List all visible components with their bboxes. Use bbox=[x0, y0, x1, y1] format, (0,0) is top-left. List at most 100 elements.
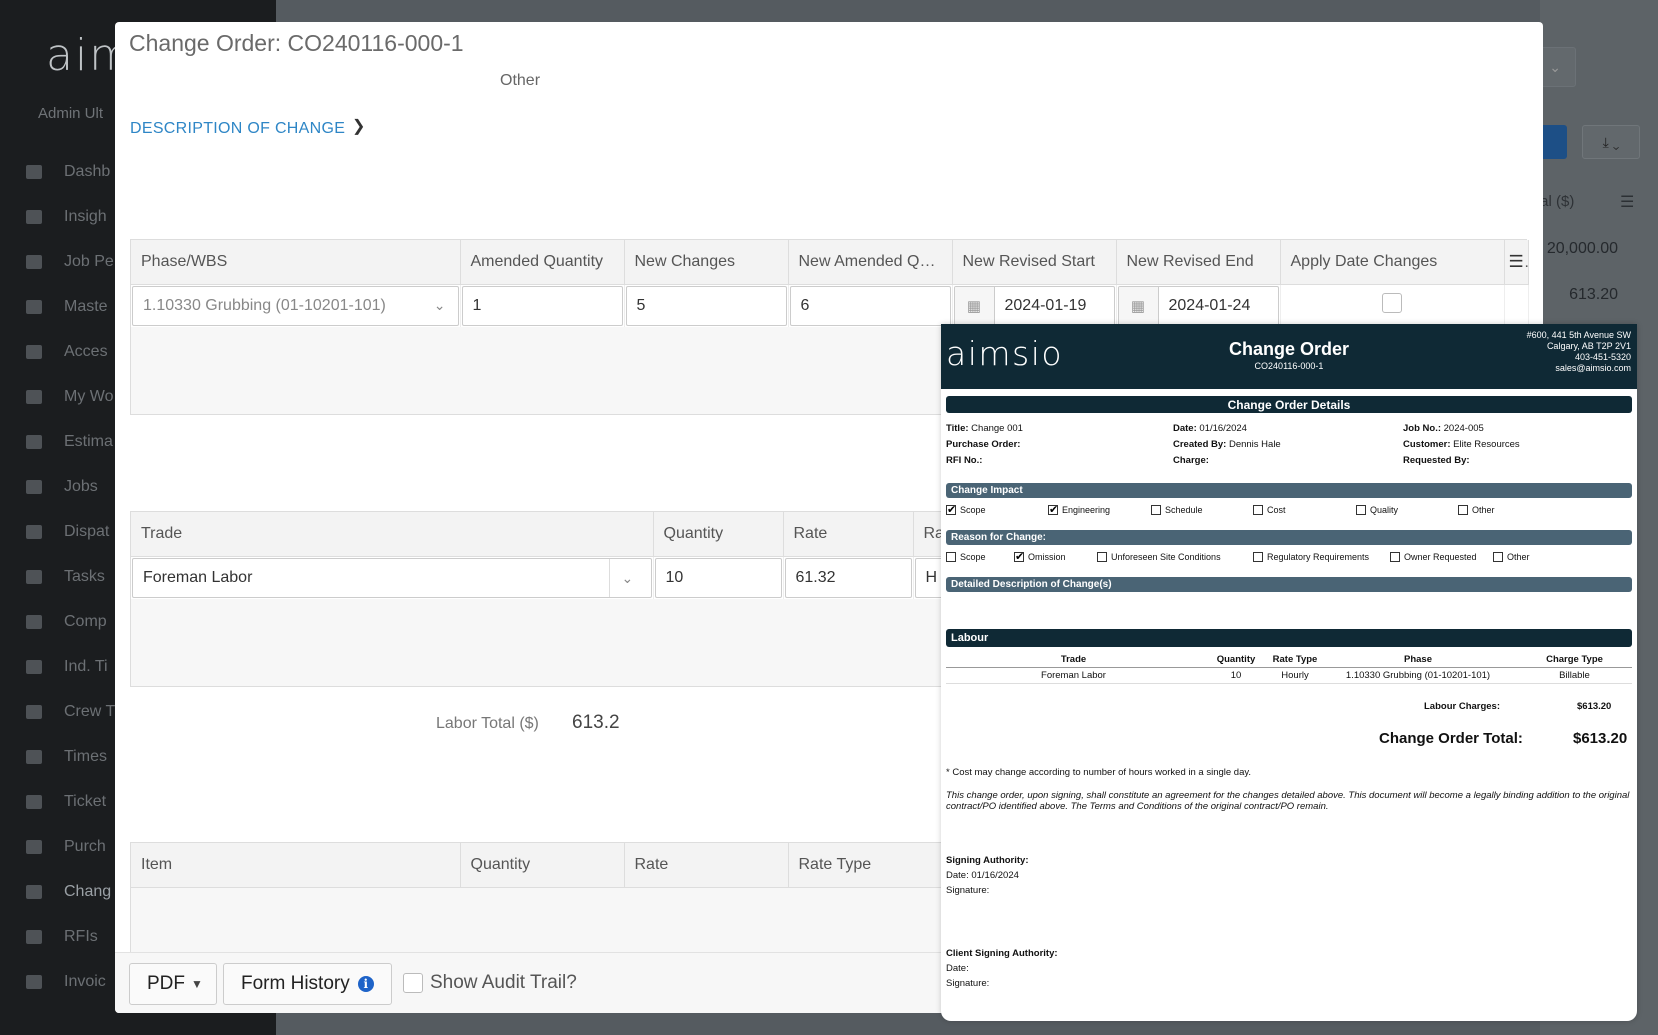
edit-icon bbox=[26, 930, 42, 944]
impact-option: Quality bbox=[1356, 505, 1458, 515]
sidebar-item-chang[interactable]: Chang bbox=[26, 877, 111, 907]
download-icon: ⤓ ⌄ bbox=[1602, 133, 1620, 150]
chevron-down-icon[interactable]: ❯ bbox=[352, 116, 365, 136]
labour-col-quantity: Quantity bbox=[1201, 653, 1271, 668]
impact-label: Schedule bbox=[1165, 505, 1203, 515]
grid-menu-icon[interactable]: ☰ bbox=[1504, 240, 1529, 285]
sidebar-item-rfis[interactable]: RFIs bbox=[26, 922, 98, 952]
pie-chart-icon bbox=[26, 210, 42, 224]
home-icon bbox=[26, 165, 42, 179]
sidebar-item-ticket[interactable]: Ticket bbox=[26, 787, 106, 817]
list-icon bbox=[26, 660, 42, 674]
reasons-option: Regulatory Requirements bbox=[1253, 552, 1390, 562]
column-header-item[interactable]: Item bbox=[131, 843, 461, 888]
column-header-phase[interactable]: Phase/WBS bbox=[131, 240, 461, 285]
sidebar-item-purch[interactable]: Purch bbox=[26, 832, 106, 862]
line-chart-icon bbox=[26, 255, 42, 269]
download-button[interactable]: ⤓ ⌄ bbox=[1582, 125, 1640, 159]
labour-charges-value: $613.20 bbox=[1577, 701, 1612, 712]
sidebar-item-insigh[interactable]: Insigh bbox=[26, 202, 107, 232]
reasons-label: Scope bbox=[960, 552, 986, 562]
impact-option: Scope bbox=[946, 503, 1048, 516]
column-header-quantity[interactable]: Quantity bbox=[653, 512, 784, 557]
sidebar-item-estima[interactable]: Estima bbox=[26, 427, 113, 457]
edit-icon bbox=[26, 435, 42, 449]
sidebar-item-maste[interactable]: Maste bbox=[26, 292, 108, 322]
labor-total-label: Labor Total ($) bbox=[436, 715, 539, 732]
sidebar-item-tasks[interactable]: Tasks bbox=[26, 562, 105, 592]
chevron-down-icon: ▼ bbox=[191, 977, 203, 991]
sidebar-item-comp[interactable]: Comp bbox=[26, 607, 107, 637]
trade-select[interactable]: Foreman Labor ⌄ bbox=[132, 557, 652, 598]
column-header-quantity[interactable]: Quantity bbox=[460, 843, 625, 888]
pdf-button[interactable]: PDF ▼ bbox=[129, 963, 217, 1005]
show-audit-trail[interactable]: Show Audit Trail? bbox=[403, 972, 577, 994]
form-history-button[interactable]: Form History i bbox=[223, 963, 392, 1005]
checkbox-icon bbox=[1253, 552, 1263, 562]
impact-label: Other bbox=[1472, 505, 1495, 515]
new-amended-quantity-input[interactable]: 6 bbox=[789, 285, 951, 326]
chevron-down-icon: ⌄ bbox=[433, 296, 446, 313]
description-of-change-link[interactable]: DESCRIPTION OF CHANGE bbox=[130, 120, 345, 138]
details-header: Change Order Details bbox=[946, 396, 1632, 413]
checkbox-icon bbox=[1390, 552, 1400, 562]
calendar-icon[interactable]: ▦ bbox=[1118, 286, 1159, 325]
detail-po: Purchase Order: bbox=[946, 439, 1021, 450]
phase-value: 1.10330 Grubbing (01-10201-101) bbox=[143, 296, 386, 314]
show-audit-trail-label: Show Audit Trail? bbox=[430, 972, 577, 993]
pdf-address: #600, 441 5th Avenue SW Calgary, AB T2P … bbox=[1527, 330, 1631, 374]
rate-input[interactable]: 61.32 bbox=[784, 557, 912, 598]
signing-block: Signing Authority: Date: 01/16/2024 Sign… bbox=[946, 853, 1029, 898]
sidebar-item-ind-ti[interactable]: Ind. Ti bbox=[26, 652, 108, 682]
new-changes-input[interactable]: 5 bbox=[625, 285, 787, 326]
sidebar-item-crew-t[interactable]: Crew T bbox=[26, 697, 115, 727]
calendar-icon[interactable]: ▦ bbox=[954, 286, 995, 325]
labour-col-charge-type: Charge Type bbox=[1517, 653, 1632, 668]
column-header-new-amended-quantity[interactable]: New Amended Qu... bbox=[788, 240, 953, 285]
pdf-preview: aimsio Change Order CO240116-000-1 #600,… bbox=[941, 324, 1637, 1021]
column-header-rate[interactable]: Rate bbox=[624, 843, 789, 888]
order-total-label: Change Order Total: bbox=[1379, 730, 1523, 747]
order-total-value: $613.20 bbox=[1573, 730, 1628, 747]
impact-option: Other bbox=[1458, 505, 1538, 515]
other-label: Other bbox=[500, 72, 541, 89]
labour-charges-label: Labour Charges: bbox=[1424, 701, 1501, 712]
sidebar-item-dispat[interactable]: Dispat bbox=[26, 517, 109, 547]
column-menu-icon[interactable]: ☰ bbox=[1620, 192, 1634, 212]
clock-icon bbox=[26, 390, 42, 404]
quantity-input[interactable]: 10 bbox=[654, 557, 782, 598]
apply-date-changes-checkbox[interactable] bbox=[1382, 293, 1402, 313]
phase-select[interactable]: 1.10330 Grubbing (01-10201-101) ⌄ bbox=[132, 285, 459, 326]
labour-trade: Foreman Labor bbox=[946, 667, 1201, 684]
sidebar-item-dashb[interactable]: Dashb bbox=[26, 157, 110, 187]
column-header-new-changes[interactable]: New Changes bbox=[624, 240, 789, 285]
new-revised-start-input[interactable]: ▦ 2024-01-19 bbox=[953, 285, 1115, 326]
amended-quantity-input[interactable]: 1 bbox=[461, 285, 623, 326]
client-signing-authority-label: Client Signing Authority: bbox=[946, 948, 1058, 959]
column-header-new-revised-end[interactable]: New Revised End bbox=[1116, 240, 1281, 285]
sidebar-item-invoic[interactable]: Invoic bbox=[26, 967, 106, 997]
show-audit-trail-checkbox[interactable] bbox=[403, 973, 423, 993]
detail-charge: Charge: bbox=[1173, 455, 1209, 466]
reasons-label: Unforeseen Site Conditions bbox=[1111, 552, 1221, 562]
checkbox-icon bbox=[1097, 552, 1107, 562]
checkbox-icon bbox=[946, 503, 956, 516]
impact-label: Cost bbox=[1267, 505, 1286, 515]
sidebar-item-acces[interactable]: Acces bbox=[26, 337, 108, 367]
credit-card-icon bbox=[26, 840, 42, 854]
column-header-trade[interactable]: Trade bbox=[131, 512, 654, 557]
sidebar-item-my-wo[interactable]: My Wo bbox=[26, 382, 113, 412]
column-header-amended-quantity[interactable]: Amended Quantity bbox=[460, 240, 625, 285]
labour-col-phase: Phase bbox=[1319, 653, 1517, 668]
form-history-label: Form History bbox=[241, 973, 350, 994]
change-impact-options: Scope Engineering Schedule Cost Quality Other bbox=[946, 502, 1637, 518]
column-header-new-revised-start[interactable]: New Revised Start bbox=[952, 240, 1117, 285]
sidebar-item-job-pe[interactable]: Job Pe bbox=[26, 247, 114, 277]
sidebar-item-jobs[interactable]: Jobs bbox=[26, 472, 98, 502]
column-header-apply-date-changes[interactable]: Apply Date Changes bbox=[1280, 240, 1505, 285]
detail-title: Title: Change 001 bbox=[946, 423, 1023, 434]
sidebar-item-times[interactable]: Times bbox=[26, 742, 107, 772]
list-icon bbox=[26, 570, 42, 584]
column-header-rate[interactable]: Rate bbox=[783, 512, 914, 557]
new-revised-end-input[interactable]: ▦ 2024-01-24 bbox=[1117, 285, 1279, 326]
